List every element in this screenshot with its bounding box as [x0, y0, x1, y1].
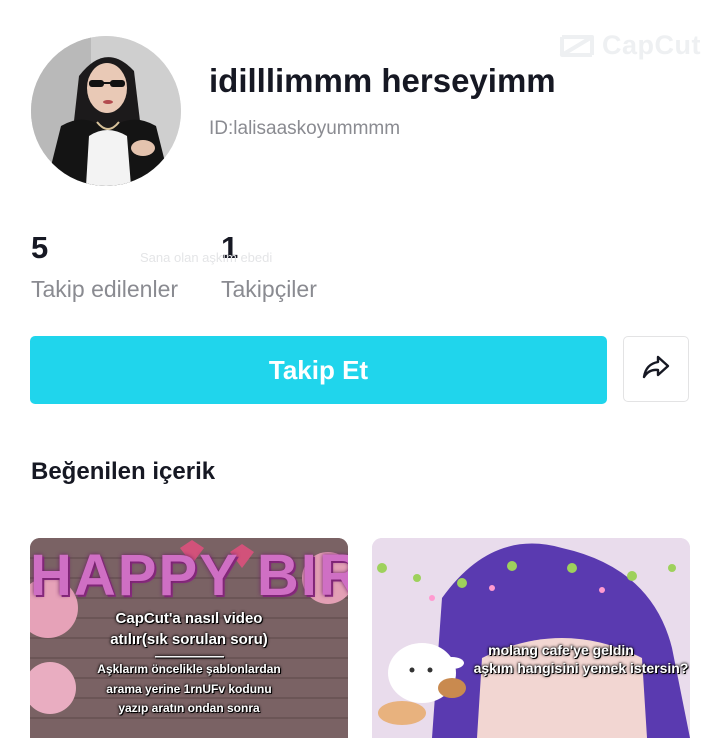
thumbnail-caption-line: yazıp aratın ondan sonra	[118, 701, 260, 715]
share-button[interactable]	[623, 336, 689, 402]
thumbnail-caption-line: atılır(sık sorulan soru)	[110, 631, 268, 648]
thumbnail-caption-line: CapCut'a nasıl video	[115, 610, 263, 627]
thumbnail-caption-line: Aşklarım öncelikle şablonlardan	[97, 662, 281, 676]
capcut-logo-icon	[558, 31, 596, 61]
profile-avatar[interactable]	[31, 36, 181, 186]
following-count[interactable]: 5	[31, 230, 48, 266]
profile-user-id: ID:lalisaaskoyummmm	[209, 118, 401, 139]
thumbnail-caption-divider: -----------------------	[154, 649, 225, 663]
capcut-wordmark: CapCut	[602, 30, 701, 60]
capcut-watermark: CapCut	[558, 30, 701, 61]
thumbnail-caption-line: molang cafe'ye geldin	[488, 642, 634, 658]
following-label[interactable]: Takip edilenler	[31, 276, 178, 303]
happy-birthday-text: HAPPY BIRTHDAY	[30, 543, 348, 608]
followers-label[interactable]: Takipçiler	[221, 276, 317, 303]
liked-video-thumbnail[interactable]: molang cafe'ye geldin aşkım hangisini ye…	[372, 538, 690, 738]
thumbnail-caption-line: aşkım hangisini yemek istersin?	[473, 660, 689, 676]
liked-content-title: Beğenilen içerik	[31, 458, 216, 485]
share-arrow-icon	[641, 354, 671, 385]
follow-button[interactable]: Takip Et	[30, 336, 607, 404]
profile-display-name: idilllimmm herseyimm	[209, 62, 556, 99]
overlay-caption: Sana olan aşkım ebedi	[140, 250, 273, 265]
follow-button-label: Takip Et	[268, 354, 369, 385]
liked-video-thumbnail[interactable]: HAPPY BIRTHDAY CapCut'a nasıl video atıl…	[30, 538, 348, 738]
thumbnail-caption-line: arama yerine 1rnUFv kodunu	[106, 682, 272, 696]
